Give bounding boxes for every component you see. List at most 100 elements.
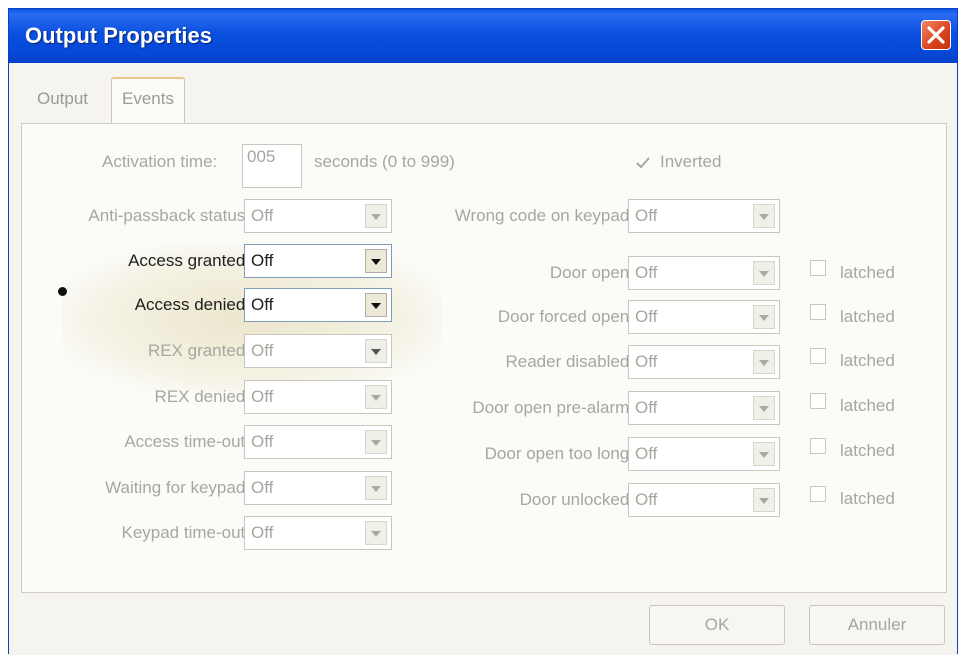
combo-value: Off xyxy=(635,263,658,282)
combo-value: Off xyxy=(635,398,658,417)
door-open-pre-alarm-latched-checkbox[interactable] xyxy=(810,393,826,409)
chevron-down-icon xyxy=(371,531,381,537)
waiting-for-keypad-select[interactable]: Off xyxy=(244,471,392,505)
reader-disabled-select[interactable]: Off xyxy=(628,345,780,379)
tab-events[interactable]: Events xyxy=(111,77,185,125)
tab-output[interactable]: Output xyxy=(37,79,88,123)
combo-value: Off xyxy=(635,444,658,463)
close-button[interactable] xyxy=(921,20,951,50)
rex-denied-select[interactable]: Off xyxy=(244,380,392,414)
chevron-down-icon xyxy=(371,486,381,492)
dropdown-button[interactable] xyxy=(753,261,775,285)
access-time-out-select[interactable]: Off xyxy=(244,425,392,459)
close-icon xyxy=(927,26,945,44)
cancel-button[interactable]: Annuler xyxy=(809,605,945,645)
wrong-code-on-keypad-select[interactable]: Off xyxy=(628,199,780,233)
left-label-1: Anti-passback status: xyxy=(88,206,250,225)
latched-label: latched xyxy=(840,489,895,508)
dropdown-button[interactable] xyxy=(753,350,775,374)
activation-time-input[interactable]: 005 xyxy=(242,144,302,188)
door-open-pre-alarm-select[interactable]: Off xyxy=(628,391,780,425)
latched-label: latched xyxy=(840,351,895,370)
chevron-down-icon xyxy=(759,498,769,504)
dialog-body: Output Events Activation time: 005 secon… xyxy=(9,63,957,655)
chevron-down-icon xyxy=(759,452,769,458)
chevron-down-icon xyxy=(759,315,769,321)
keypad-time-out-select[interactable]: Off xyxy=(244,516,392,550)
combo-value: Off xyxy=(251,387,274,406)
dropdown-button[interactable] xyxy=(753,442,775,466)
right-label-3: Door forced open: xyxy=(497,307,634,326)
events-panel: Activation time: 005 seconds (0 to 999) … xyxy=(21,123,947,593)
anti-passback-status-select[interactable]: Off xyxy=(244,199,392,233)
chevron-down-icon xyxy=(371,349,381,355)
checkmark-icon xyxy=(636,157,650,169)
dropdown-button[interactable] xyxy=(753,488,775,512)
dropdown-button[interactable] xyxy=(365,204,387,228)
access-granted-select[interactable]: Off xyxy=(244,244,392,278)
dropdown-button[interactable] xyxy=(365,339,387,363)
right-label-5: Door open pre-alarm: xyxy=(472,398,634,417)
title-bar[interactable]: Output Properties xyxy=(9,9,957,63)
door-forced-open-select[interactable]: Off xyxy=(628,300,780,334)
right-label-6: Door open too long: xyxy=(484,444,634,463)
inverted-label: Inverted xyxy=(660,152,722,171)
dropdown-button[interactable] xyxy=(365,385,387,409)
bullet-marker xyxy=(58,287,67,296)
activation-time-label: Activation time: xyxy=(102,152,218,171)
combo-value: Off xyxy=(251,523,274,542)
chevron-down-icon xyxy=(759,406,769,412)
combo-value: Off xyxy=(635,307,658,326)
door-open-latched-checkbox[interactable] xyxy=(810,260,826,276)
chevron-down-icon xyxy=(371,259,381,265)
dropdown-button[interactable] xyxy=(753,396,775,420)
door-open-select[interactable]: Off xyxy=(628,256,780,290)
right-label-2: Door open: xyxy=(549,263,634,282)
dropdown-button[interactable] xyxy=(365,293,387,317)
door-forced-open-latched-checkbox[interactable] xyxy=(810,304,826,320)
dropdown-button[interactable] xyxy=(753,204,775,228)
left-label-2: Access granted: xyxy=(128,251,250,270)
combo-value: Off xyxy=(635,352,658,371)
left-label-8: Keypad time-out: xyxy=(121,523,250,542)
dropdown-button[interactable] xyxy=(365,430,387,454)
combo-value: Off xyxy=(251,341,274,360)
door-unlocked-select[interactable]: Off xyxy=(628,483,780,517)
latched-label: latched xyxy=(840,396,895,415)
inverted-checkbox[interactable] xyxy=(635,155,651,171)
rex-granted-select[interactable]: Off xyxy=(244,334,392,368)
latched-label: latched xyxy=(840,441,895,460)
left-label-3: Access denied: xyxy=(134,295,250,314)
left-label-6: Access time-out: xyxy=(124,432,250,451)
dropdown-button[interactable] xyxy=(365,476,387,500)
window-title: Output Properties xyxy=(25,23,213,48)
reader-disabled-latched-checkbox[interactable] xyxy=(810,348,826,364)
combo-value: Off xyxy=(635,206,658,225)
latched-label: latched xyxy=(840,307,895,326)
access-denied-select[interactable]: Off xyxy=(244,288,392,322)
combo-value: Off xyxy=(251,206,274,225)
door-open-too-long-select[interactable]: Off xyxy=(628,437,780,471)
dropdown-button[interactable] xyxy=(365,249,387,273)
combo-value: Off xyxy=(635,490,658,509)
left-label-4: REX granted: xyxy=(147,341,250,360)
right-label-7: Door unlocked: xyxy=(519,490,634,509)
ok-button[interactable]: OK xyxy=(649,605,785,645)
door-unlocked-latched-checkbox[interactable] xyxy=(810,486,826,502)
chevron-down-icon xyxy=(371,440,381,446)
left-label-7: Waiting for keypad: xyxy=(105,478,250,497)
door-open-too-long-latched-checkbox[interactable] xyxy=(810,438,826,454)
right-label-1: Wrong code on keypad: xyxy=(454,206,634,225)
chevron-down-icon xyxy=(759,214,769,220)
tab-bar: Output Events xyxy=(19,77,939,125)
combo-value: Off xyxy=(251,478,274,497)
chevron-down-icon xyxy=(759,360,769,366)
dropdown-button[interactable] xyxy=(365,521,387,545)
chevron-down-icon xyxy=(371,303,381,309)
right-label-4: Reader disabled: xyxy=(505,352,634,371)
combo-value: Off xyxy=(251,251,274,270)
dropdown-button[interactable] xyxy=(753,305,775,329)
chevron-down-icon xyxy=(371,214,381,220)
chevron-down-icon xyxy=(371,395,381,401)
activation-time-units: seconds (0 to 999) xyxy=(314,152,455,171)
